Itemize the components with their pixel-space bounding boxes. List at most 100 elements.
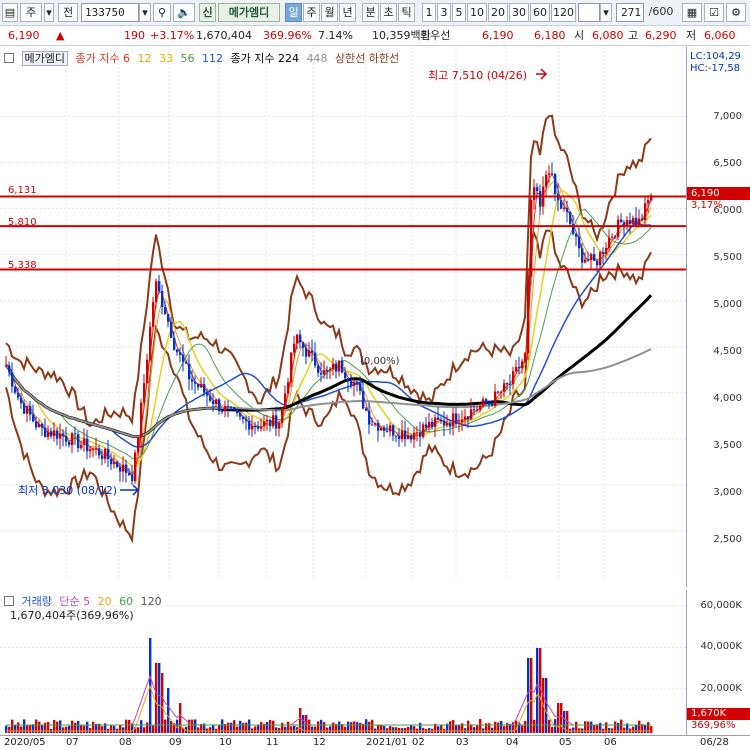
volume-panel[interactable]: 60,000K 40,000K 20,000K 1,670K 369,96% 거… xyxy=(0,590,750,735)
price-axis-tick: 7,000 xyxy=(713,111,742,122)
candle-body xyxy=(329,368,332,371)
low-label: 저 xyxy=(686,29,697,42)
legend-limit[interactable]: 상한선 하한선 xyxy=(335,52,399,65)
volume-legend-ma120[interactable]: 120 xyxy=(141,595,162,608)
candle-body xyxy=(407,435,410,440)
volume-bar xyxy=(89,727,92,733)
collapse-icon[interactable] xyxy=(4,53,14,63)
legend-ma-long[interactable]: 종가 지수 224 xyxy=(230,52,298,65)
candle-body xyxy=(335,364,338,372)
time-axis-label: 06/28 xyxy=(700,737,729,748)
price-axis: LC:104,29 HC:-17,58 7,000 6,500 6,000 5,… xyxy=(686,47,750,587)
period-week-button[interactable]: 주 xyxy=(303,3,320,22)
candle-body xyxy=(404,430,407,440)
min-120-button[interactable]: 120 xyxy=(551,3,576,22)
candle-body xyxy=(596,260,599,266)
min-60-button[interactable]: 60 xyxy=(530,3,550,22)
period-second-button[interactable]: 초 xyxy=(380,3,397,22)
candle-body xyxy=(236,409,239,414)
volume-bar xyxy=(410,724,413,733)
time-axis-label: 03 xyxy=(456,737,469,748)
candle-body xyxy=(479,406,482,410)
candle-body xyxy=(314,352,317,366)
candle-body xyxy=(629,220,632,224)
candle-body xyxy=(569,212,572,224)
up-arrow-icon: ▲ xyxy=(56,29,65,42)
candle-body xyxy=(308,350,311,357)
candle-body xyxy=(41,424,44,428)
volume-bar xyxy=(644,724,647,733)
best-ask-label: 최우선 xyxy=(420,29,451,42)
min-10-button[interactable]: 10 xyxy=(467,3,487,22)
legend-stock-name[interactable]: 메가엠디 xyxy=(21,51,68,66)
code-input[interactable]: 133750 xyxy=(81,3,139,22)
volume-bar xyxy=(314,726,317,733)
min-20-button[interactable]: 20 xyxy=(488,3,508,22)
volume-bar xyxy=(491,727,494,733)
type-dropdown-icon[interactable]: ▾ xyxy=(44,3,54,22)
legend-ma33[interactable]: 33 xyxy=(159,52,173,65)
checklist-icon[interactable]: ☑ xyxy=(704,3,724,22)
legend-ma-label[interactable]: 종가 지수 6 xyxy=(75,52,129,65)
menu-icon[interactable]: ▤ xyxy=(2,3,18,22)
period-tick-button[interactable]: 틱 xyxy=(398,3,415,22)
candle-body xyxy=(23,403,26,414)
price-chart-panel[interactable]: LC:104,29 HC:-17,58 7,000 6,500 6,000 5,… xyxy=(0,47,750,587)
sound-icon[interactable]: 🔈 xyxy=(173,3,195,22)
candle-body xyxy=(500,391,503,393)
candle-body xyxy=(584,259,587,263)
price-chart[interactable] xyxy=(0,47,750,587)
volume-bar xyxy=(29,725,32,733)
candle-body xyxy=(227,406,230,408)
candle-body xyxy=(317,365,320,373)
candle-body xyxy=(215,399,218,405)
market-selector[interactable]: 전 xyxy=(58,3,78,22)
min-1-button[interactable]: 1 xyxy=(422,3,436,22)
legend-ma56[interactable]: 56 xyxy=(180,52,194,65)
period-day-button[interactable]: 일 xyxy=(285,3,302,22)
low-value: 6,060 xyxy=(704,29,736,42)
code-dropdown-icon[interactable]: ▾ xyxy=(139,3,151,22)
volume-bar xyxy=(395,727,398,733)
candle-body xyxy=(176,349,179,353)
candle-body xyxy=(383,427,386,431)
volume-bar xyxy=(650,726,653,733)
type-selector[interactable]: 주 xyxy=(20,3,42,22)
candle-body xyxy=(89,449,92,452)
min-3-button[interactable]: 3 xyxy=(437,3,451,22)
settings-icon[interactable]: ⚙ xyxy=(726,3,746,22)
legend-ma12[interactable]: 12 xyxy=(137,52,151,65)
candle-body xyxy=(437,417,440,420)
legend-ma112[interactable]: 112 xyxy=(202,52,223,65)
candle-body xyxy=(482,399,485,407)
volume-bar xyxy=(560,703,563,733)
volume-bar xyxy=(101,726,104,733)
period-year-button[interactable]: 년 xyxy=(339,3,356,22)
candle-body xyxy=(17,392,20,398)
period-month-button[interactable]: 월 xyxy=(321,3,338,22)
candle-body xyxy=(476,409,479,411)
count-input[interactable]: 271 xyxy=(616,3,644,22)
candle-body xyxy=(122,464,125,472)
candle-body xyxy=(74,433,77,435)
candle-body xyxy=(587,259,590,261)
min-5-button[interactable]: 5 xyxy=(452,3,466,22)
grid-icon[interactable]: ▦ xyxy=(682,3,702,22)
candle-body xyxy=(56,430,59,439)
search-icon[interactable]: ⚲ xyxy=(153,3,171,22)
period-minute-button[interactable]: 분 xyxy=(362,3,379,22)
minute-input[interactable] xyxy=(578,3,600,22)
time-axis-label: 11 xyxy=(266,737,279,748)
minute-dropdown-icon[interactable]: ▾ xyxy=(600,3,612,22)
quote-bar: 6,190 ▲ 190 +3.17% 1,670,404 369.96% 7.1… xyxy=(0,26,750,46)
volume-bar xyxy=(635,725,638,733)
min-30-button[interactable]: 30 xyxy=(509,3,529,22)
legend-ma448[interactable]: 448 xyxy=(306,52,327,65)
current-price: 6,190 xyxy=(8,29,40,42)
candle-body xyxy=(188,363,191,380)
volume-bar xyxy=(503,726,506,733)
candle-body xyxy=(386,430,389,432)
best-bid: 6,180 xyxy=(534,29,566,42)
candle-body xyxy=(533,187,536,200)
volume-collapse-icon[interactable] xyxy=(4,596,14,606)
